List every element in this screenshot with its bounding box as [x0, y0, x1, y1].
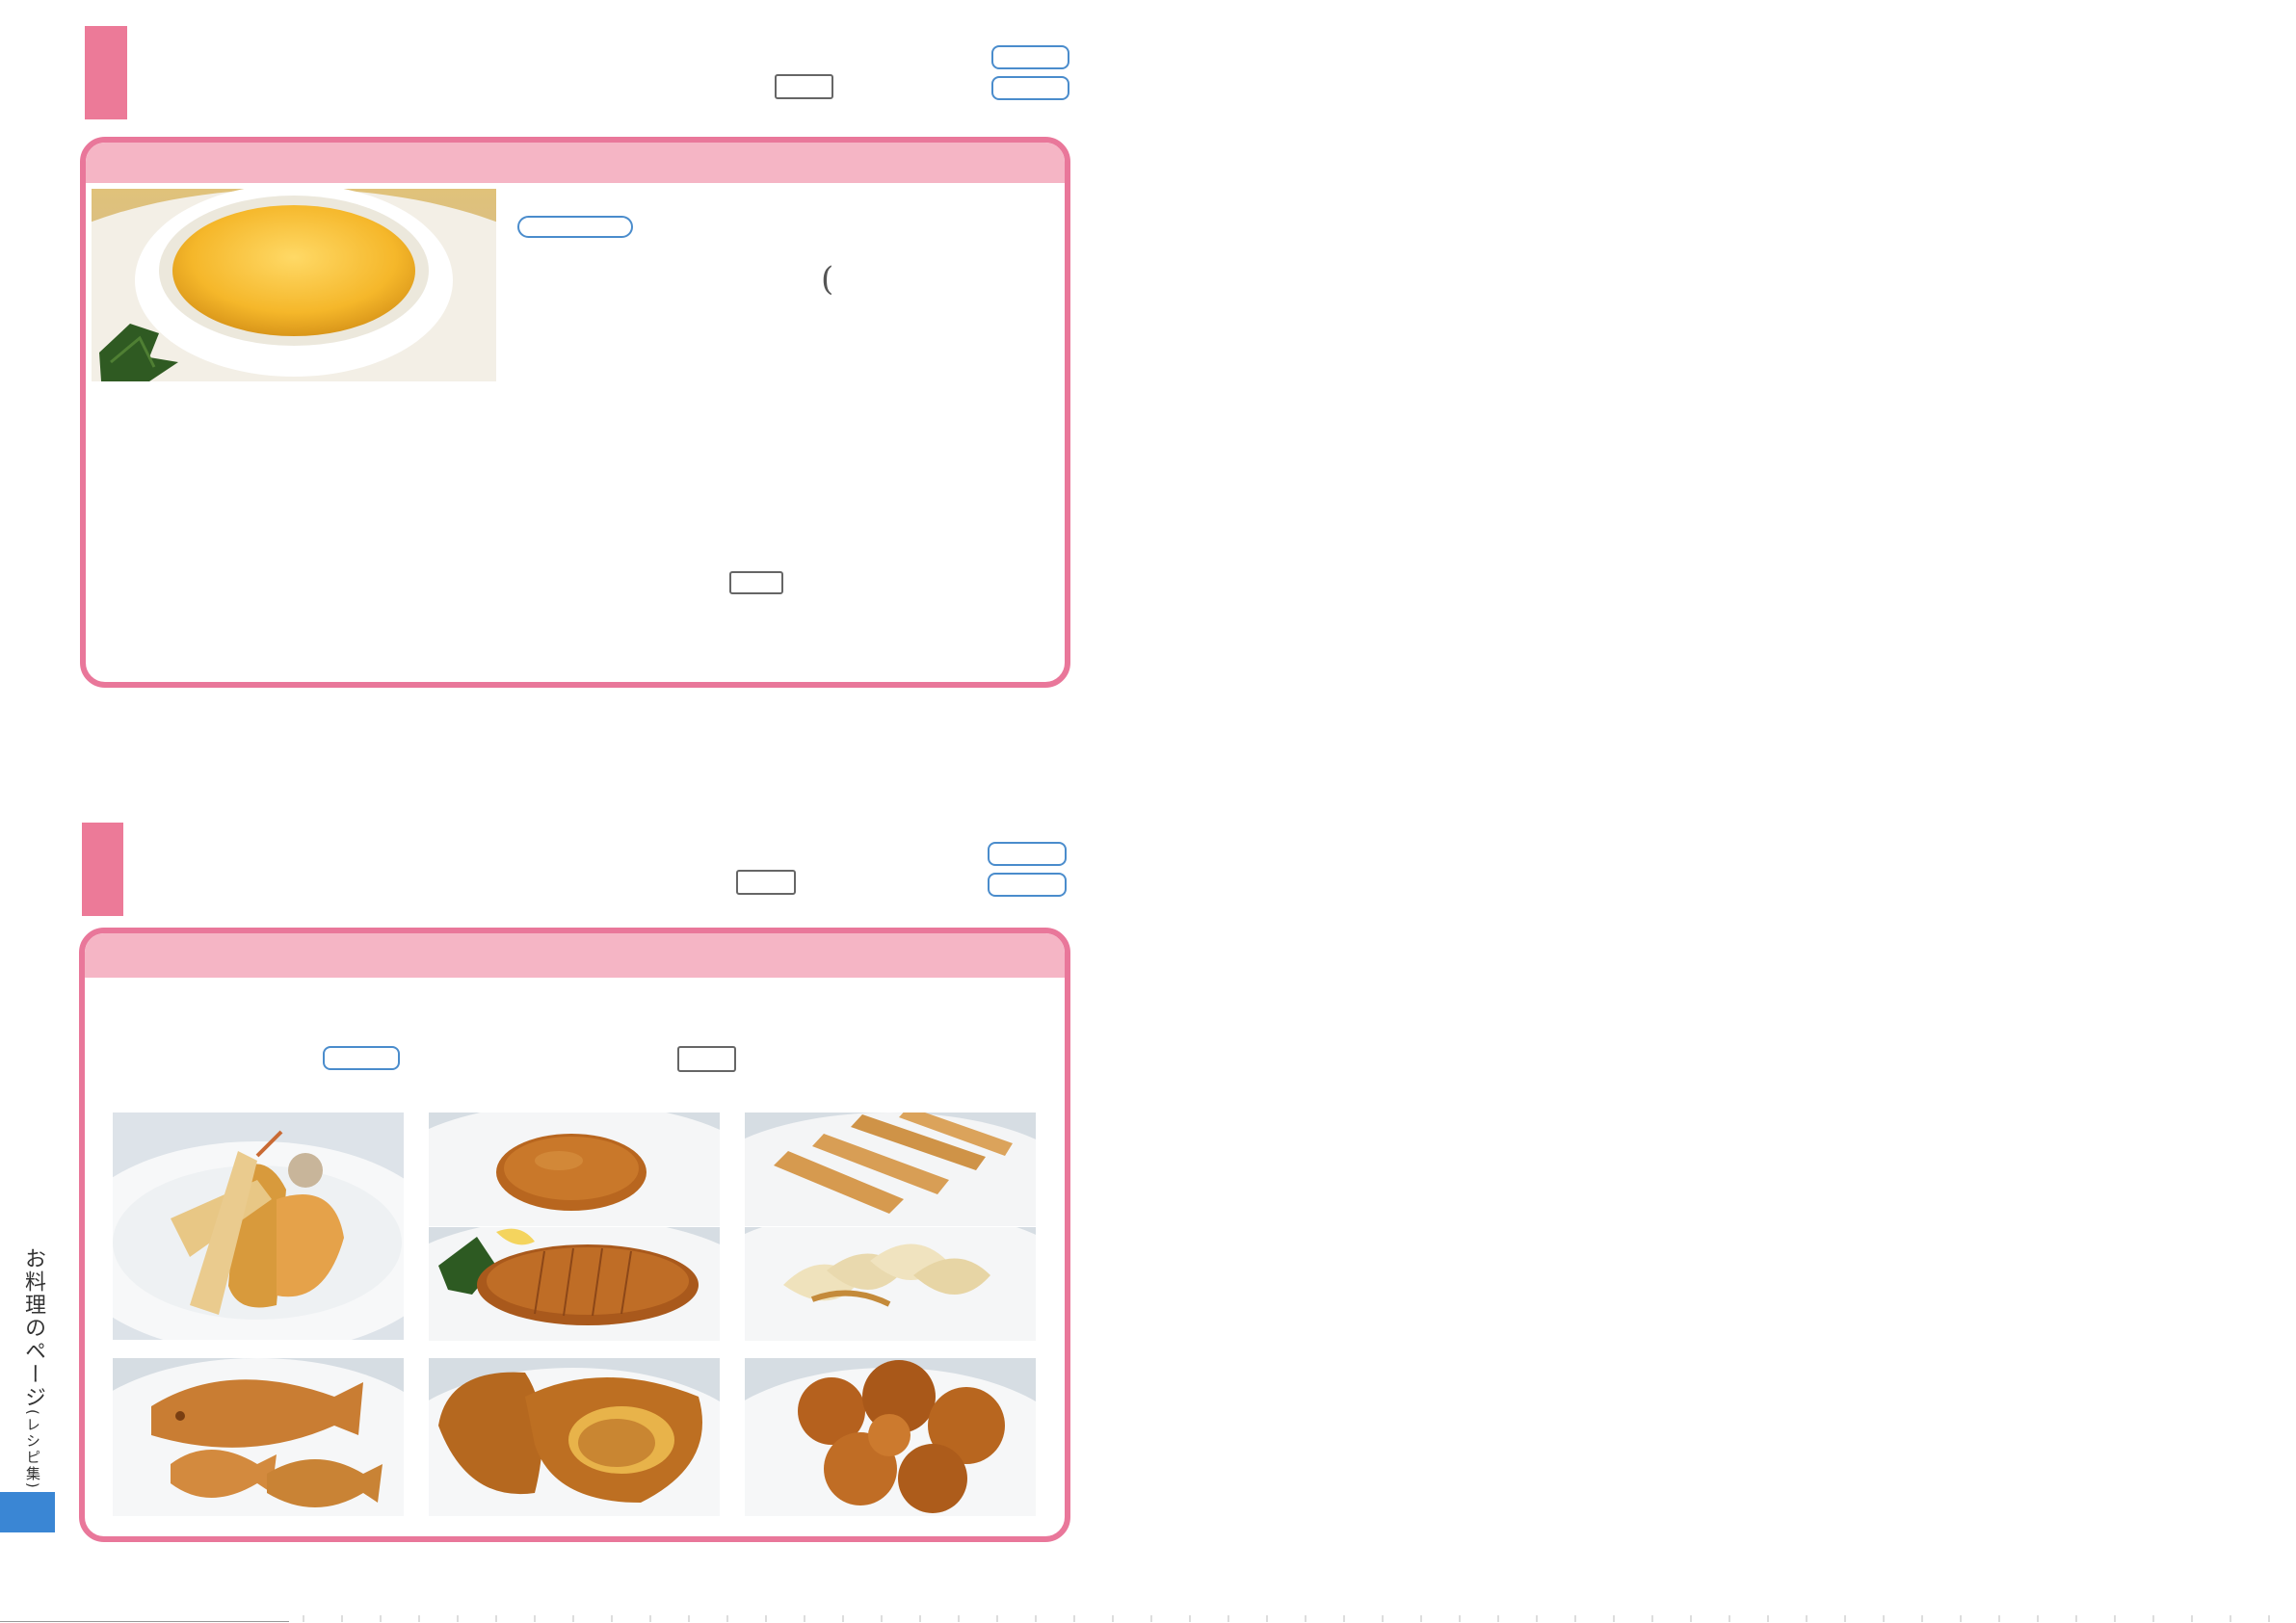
taiyaki-photo: [113, 1358, 404, 1516]
section1-step-box: [729, 571, 783, 594]
spring-rolls-photo: [745, 1113, 1036, 1226]
tempura-photo: [113, 1113, 404, 1340]
section1-title-tab: [85, 26, 127, 119]
section1-recipe-panel: (: [80, 137, 1070, 688]
curry-bread-photo: [429, 1358, 720, 1516]
cutlet-photo: [429, 1227, 720, 1341]
section2-tag-bottom: [988, 873, 1067, 897]
section2-title-tab: [82, 823, 123, 916]
section1-panel-header: [86, 143, 1065, 183]
section1-tag-top: [991, 45, 1069, 69]
section2-tag-top: [988, 842, 1067, 866]
section2-time-box: [736, 870, 796, 895]
bottom-bleed-strip: [289, 1615, 2296, 1622]
croquette-photo: [429, 1113, 720, 1226]
section2-recipe-panel: [79, 928, 1070, 1542]
section1-ingredients-tag: [517, 216, 633, 238]
section1-time-box: [775, 74, 833, 99]
section2-panel-header: [85, 933, 1065, 978]
gyoza-photo: [745, 1227, 1036, 1341]
sidebar-label: お料理のページ(レシピ集): [10, 1247, 48, 1490]
custard-pudding-photo: [92, 189, 496, 381]
paren-mark: (: [821, 260, 834, 299]
section1-tag-bottom: [991, 76, 1069, 100]
section2-step-box: [677, 1046, 736, 1072]
bottom-rule: [0, 1621, 289, 1622]
sidebar-label-main: お料理のページ: [21, 1247, 45, 1409]
section2-ingredients-tag: [323, 1046, 400, 1070]
page-number-block: [0, 1492, 55, 1532]
sidebar-label-paren: (レシピ集): [24, 1409, 41, 1490]
karaage-photo: [745, 1358, 1036, 1516]
